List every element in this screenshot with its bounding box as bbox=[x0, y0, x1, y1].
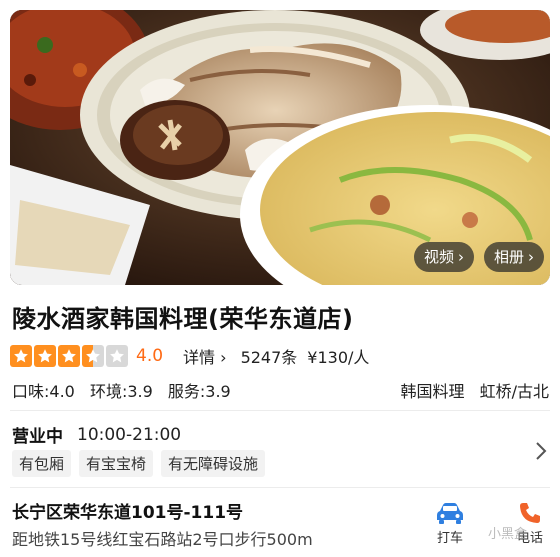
half-star-icon bbox=[82, 345, 104, 367]
service-score: 服务:3.9 bbox=[167, 382, 231, 401]
star-icon bbox=[58, 345, 80, 367]
taxi-button[interactable]: 打车 bbox=[430, 501, 470, 546]
facility-tag: 有宝宝椅 bbox=[79, 450, 154, 477]
details-link[interactable]: 详情 › bbox=[183, 344, 227, 368]
divider bbox=[10, 487, 550, 488]
star-rating bbox=[10, 345, 128, 367]
chevron-right-icon[interactable] bbox=[533, 440, 549, 462]
facility-tag: 有无障碍设施 bbox=[161, 450, 266, 477]
opening-time: 10:00-21:00 bbox=[77, 424, 182, 445]
shop-address[interactable]: 长宁区荣华东道101号-111号 bbox=[12, 498, 243, 523]
chevron-right-icon: › bbox=[458, 248, 465, 266]
taxi-label: 打车 bbox=[436, 531, 463, 546]
star-icon bbox=[10, 345, 32, 367]
car-icon bbox=[437, 503, 463, 524]
watermark: 小黑盒 bbox=[488, 527, 528, 542]
album-button-label: 相册 bbox=[494, 248, 525, 266]
chevron-right-icon: › bbox=[528, 248, 535, 266]
shop-hero-photo[interactable]: 视频 › 相册 › bbox=[10, 10, 550, 285]
facility-tag: 有包厢 bbox=[12, 450, 72, 477]
album-button[interactable]: 相册 › bbox=[484, 242, 545, 272]
rating-row: 4.0 详情 › 5247条 ¥130/人 bbox=[10, 343, 369, 369]
taste-score: 口味:4.0 bbox=[12, 382, 75, 401]
star-icon bbox=[34, 345, 56, 367]
environment-score: 环境:3.9 bbox=[89, 382, 153, 401]
food-photo-illustration bbox=[10, 10, 550, 285]
metro-distance: 距地铁15号线红宝石路站2号口步行500m bbox=[12, 530, 313, 549]
details-label: 详情 bbox=[183, 348, 216, 367]
chevron-right-icon: › bbox=[220, 348, 227, 367]
shop-name: 陵水酒家韩国料理(荣华东道店) bbox=[12, 305, 354, 333]
video-button[interactable]: 视频 › bbox=[414, 242, 475, 272]
facility-tags: 有包厢 有宝宝椅 有无障碍设施 bbox=[12, 450, 266, 477]
review-count[interactable]: 5247条 bbox=[241, 344, 298, 368]
area-label[interactable]: 虹桥/古北 bbox=[480, 382, 549, 401]
phone-icon bbox=[520, 503, 540, 523]
sub-scores-row: 口味:4.0 环境:3.9 服务:3.9 韩国料理 虹桥/古北 bbox=[12, 378, 549, 401]
video-button-label: 视频 bbox=[424, 248, 455, 266]
business-hours[interactable]: 营业中 10:00-21:00 bbox=[12, 422, 182, 448]
divider bbox=[10, 410, 550, 411]
rating-score: 4.0 bbox=[136, 346, 164, 366]
price-per-person: ¥130/人 bbox=[307, 348, 370, 367]
empty-star-icon bbox=[106, 345, 128, 367]
open-status: 营业中 bbox=[12, 427, 63, 447]
category-label[interactable]: 韩国料理 bbox=[400, 382, 464, 401]
